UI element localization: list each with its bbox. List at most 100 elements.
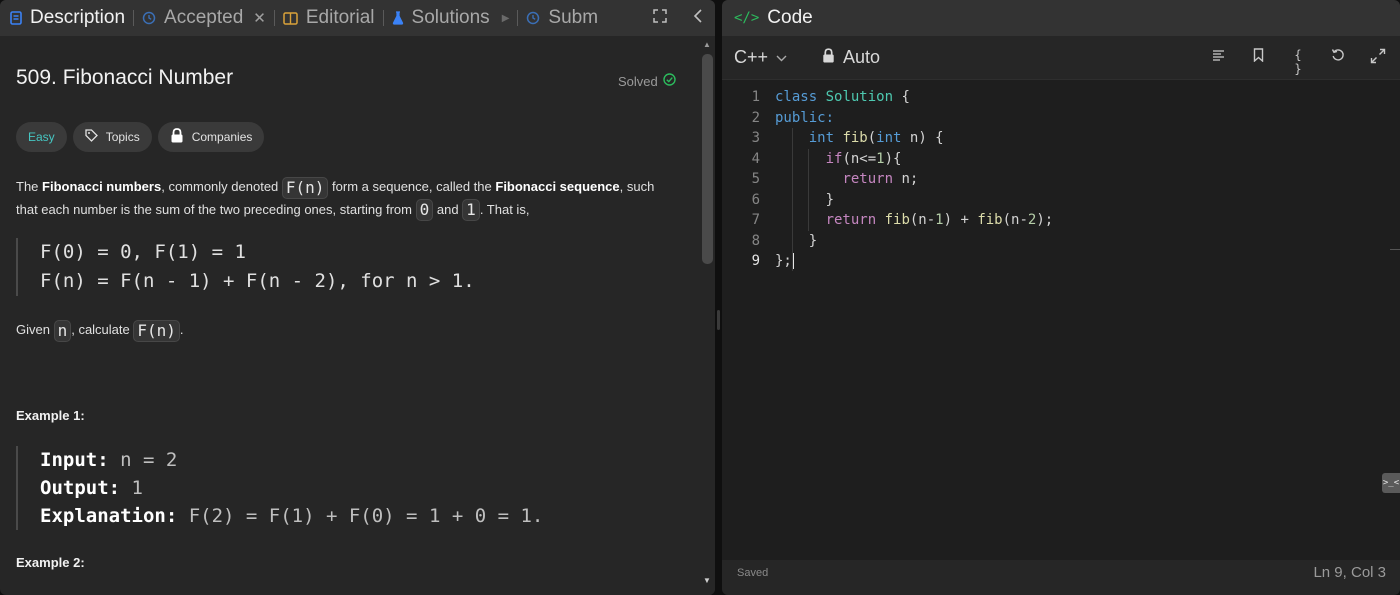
description-line-1: The Fibonacci numbers, commonly denoted …	[16, 176, 676, 199]
feedback-icon[interactable]: >_<	[1382, 473, 1400, 493]
token: (n<=	[842, 150, 877, 167]
text: that each number is the sum of the two p…	[16, 201, 416, 217]
token: int	[876, 130, 902, 146]
tab-accepted[interactable]: Accepted ✕	[134, 0, 274, 36]
text: . That is,	[479, 201, 530, 217]
description-panel: Description Accepted ✕ Editorial Solutio…	[0, 0, 715, 595]
language-select[interactable]: C++	[734, 47, 787, 68]
label: Output:	[40, 477, 121, 499]
example-title: Example 1:	[16, 408, 85, 423]
value: n = 2	[108, 449, 178, 471]
example-title: Example 2:	[16, 555, 85, 570]
token: (n-	[1002, 212, 1028, 228]
token: return	[825, 212, 877, 228]
tab-solutions-label: Solutions	[411, 7, 490, 28]
text: , commonly denoted	[161, 179, 282, 194]
token: n) {	[901, 130, 944, 146]
line-number: 3	[751, 130, 760, 146]
line-number: 2	[751, 109, 760, 126]
reset-icon[interactable]	[1330, 48, 1346, 76]
token: 1	[876, 150, 885, 167]
tab-submissions-label: Subm	[548, 7, 599, 28]
label: Explanation:	[40, 505, 178, 527]
tab-solutions[interactable]: Solutions ▶	[384, 0, 518, 36]
divider	[1390, 249, 1400, 250]
auto-label: Auto	[843, 47, 881, 67]
code-line: public:	[775, 108, 834, 129]
braces-icon[interactable]: { }	[1290, 48, 1306, 76]
code-editor[interactable]: 1 2 3 4 5 6 7 8 9 class Solution { publi…	[722, 80, 1400, 560]
given-paragraph: Given n, calculate F(n).	[16, 319, 676, 342]
formula-block: F(0) = 0, F(1) = 1 F(n) = F(n - 1) + F(n…	[16, 238, 475, 296]
code-line: return n;	[775, 169, 918, 190]
text: , calculate	[71, 322, 134, 337]
tab-editorial[interactable]: Editorial	[275, 0, 383, 36]
token: return	[842, 171, 894, 187]
token: n;	[893, 171, 919, 187]
bookmark-icon[interactable]	[1250, 48, 1266, 76]
token: (	[867, 130, 877, 146]
app-root: Description Accepted ✕ Editorial Solutio…	[0, 0, 1400, 595]
inline-code: F(n)	[133, 319, 180, 342]
close-icon[interactable]: ✕	[253, 9, 266, 27]
token: (n-	[909, 212, 936, 228]
token: {	[893, 89, 910, 105]
lock-icon	[822, 47, 835, 68]
token: fib	[834, 130, 868, 146]
token: ) +	[943, 212, 978, 228]
editor-toolbar: C++ Auto { }	[722, 36, 1400, 80]
description-line-2: that each number is the sum of the two p…	[16, 199, 676, 222]
maximize-icon[interactable]	[653, 8, 667, 28]
problem-title: 509. Fibonacci Number	[16, 66, 234, 89]
editor-tools: { }	[1210, 48, 1386, 76]
token: Solution	[817, 89, 894, 105]
scrollbar-thumb[interactable]	[702, 54, 713, 264]
inline-code: F(n)	[281, 176, 329, 199]
code-line: int fib(int n) {	[775, 128, 944, 149]
inline-code: n	[53, 319, 72, 342]
description-scrollbar[interactable]: ▲ ▼	[700, 36, 715, 595]
inline-code: 0	[415, 199, 434, 222]
tab-editorial-label: Editorial	[305, 7, 375, 28]
format-icon[interactable]	[1210, 48, 1226, 76]
lock-icon	[170, 128, 184, 146]
tab-description[interactable]: Description	[0, 0, 133, 36]
panel-resize-handle[interactable]	[717, 310, 720, 330]
text: form a sequence, called the	[328, 179, 496, 194]
example-block: Input: n = 2 Output: 1 Explanation: F(2)…	[16, 446, 543, 530]
cursor-position: Ln 9, Col 3	[1313, 564, 1386, 581]
code-line: return fib(n-1) + fib(n-2);	[775, 210, 1054, 231]
save-status: Saved	[737, 567, 769, 579]
scroll-up-icon[interactable]: ▲	[703, 40, 711, 49]
code-line: };	[775, 251, 794, 272]
tab-description-label: Description	[30, 7, 126, 28]
description-paragraph: The Fibonacci numbers, commonly denoted …	[16, 176, 676, 222]
label: Input:	[40, 449, 109, 471]
line-number: 5	[751, 171, 760, 187]
expand-icon[interactable]	[1370, 48, 1386, 76]
history-icon	[526, 11, 540, 25]
example-input: Input: n = 2	[40, 446, 543, 474]
text: , such	[619, 179, 655, 194]
tabbar-tools	[653, 0, 703, 36]
token: fib	[977, 212, 1003, 228]
topics-button[interactable]: Topics	[72, 122, 152, 152]
token: };	[775, 253, 792, 269]
formula-line: F(n) = F(n - 1) + F(n - 2), for n > 1.	[40, 270, 475, 292]
scroll-down-icon[interactable]: ▼	[703, 576, 711, 585]
bold-text: Fibonacci numbers	[42, 179, 162, 194]
flask-icon	[392, 11, 404, 25]
text: The	[16, 179, 43, 194]
auto-mode[interactable]: Auto	[822, 47, 880, 68]
line-number: 1	[751, 89, 760, 105]
companies-button[interactable]: Companies	[157, 122, 265, 152]
tab-submissions[interactable]: Subm	[518, 0, 606, 36]
line-number: 9	[751, 253, 760, 269]
play-icon: ▶	[501, 12, 510, 24]
companies-label: Companies	[191, 130, 253, 144]
code-title: Code	[767, 7, 813, 28]
collapse-icon[interactable]	[693, 8, 703, 28]
formula-line: F(0) = 0, F(1) = 1	[40, 241, 246, 263]
